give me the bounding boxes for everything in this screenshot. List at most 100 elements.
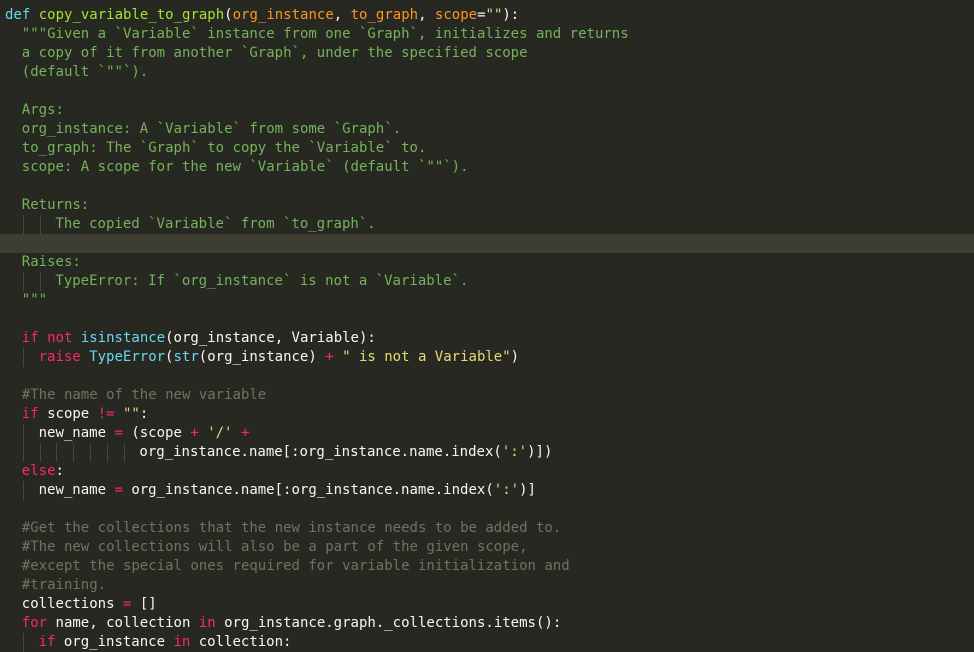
code-line[interactable] (0, 82, 974, 101)
indent-guide (22, 215, 24, 234)
code-content: raise TypeError(str(org_instance) + " is… (39, 349, 520, 365)
code-line[interactable]: for name, collection in org_instance.gra… (0, 614, 974, 633)
code-content: org_instance: A `Variable` from some `Gr… (22, 121, 401, 137)
code-token: org_instance.name[:org_instance.name.ind… (122, 482, 494, 498)
code-token: + (190, 425, 199, 441)
code-token: + (240, 425, 250, 441)
code-line[interactable]: """Given a `Variable` instance from one … (0, 25, 974, 44)
code-line[interactable]: raise TypeError(str(org_instance) + " is… (0, 348, 974, 367)
code-token: str (173, 349, 199, 365)
code-token: collection: (190, 634, 292, 650)
code-token: """Given a `Variable` instance from one … (21, 26, 629, 42)
code-token: not (47, 330, 73, 346)
code-line[interactable]: #Get the collections that the new instan… (0, 519, 974, 538)
code-token: a copy of it from another `Graph`, under… (21, 45, 528, 61)
indent-guide (39, 272, 41, 291)
code-line[interactable]: a copy of it from another `Graph`, under… (0, 44, 974, 63)
code-content: #except the special ones required for va… (22, 558, 570, 574)
code-token: #The name of the new variable (21, 387, 267, 403)
indent-guide (22, 443, 24, 462)
code-line[interactable]: TypeError: If `org_instance` is not a `V… (0, 272, 974, 291)
indent-guide (39, 215, 41, 234)
code-line[interactable]: scope: A scope for the new `Variable` (d… (0, 158, 974, 177)
code-line[interactable]: #training. (0, 576, 974, 595)
code-line[interactable]: collections = [] (0, 595, 974, 614)
code-line[interactable]: new_name = (scope + '/' + (0, 424, 974, 443)
code-line[interactable]: """ (0, 291, 974, 310)
code-line[interactable]: to_graph: The `Graph` to copy the `Varia… (0, 139, 974, 158)
code-token: #training. (21, 577, 107, 593)
code-token: def (5, 7, 31, 23)
indent-guide (22, 424, 24, 443)
code-token: #The new collections will also be a part… (21, 539, 528, 555)
code-content: if scope != "": (22, 406, 148, 422)
code-line[interactable]: org_instance: A `Variable` from some `Gr… (0, 120, 974, 139)
code-content: Returns: (22, 197, 89, 213)
code-token: for (21, 615, 48, 631)
code-line[interactable]: #The new collections will also be a part… (0, 538, 974, 557)
code-content: a copy of it from another `Graph`, under… (22, 45, 528, 61)
code-content: else: (22, 463, 64, 479)
code-token: The copied `Variable` from `to_graph`. (55, 216, 376, 232)
code-line[interactable]: else: (0, 462, 974, 481)
code-line[interactable]: new_name = org_instance.name[:org_instan… (0, 481, 974, 500)
indent-guide (106, 443, 108, 462)
code-content: #training. (22, 577, 106, 593)
code-token: ): (502, 7, 520, 23)
code-line[interactable]: Raises: (0, 253, 974, 272)
code-line[interactable] (0, 310, 974, 329)
code-line[interactable]: org_instance.name[:org_instance.name.ind… (0, 443, 974, 462)
code-line[interactable] (0, 500, 974, 519)
code-token: ( (224, 7, 233, 23)
code-content: """ (22, 292, 47, 308)
code-line[interactable]: Returns: (0, 196, 974, 215)
code-token: , (418, 7, 435, 23)
code-token: (default `""`). (21, 64, 149, 80)
code-content: #Get the collections that the new instan… (22, 520, 561, 536)
code-token: != (97, 406, 115, 422)
code-token: scope (38, 406, 98, 422)
code-line[interactable] (0, 234, 974, 253)
code-token: "" (122, 406, 140, 422)
code-content: if not isinstance(org_instance, Variable… (22, 330, 376, 346)
code-token: Returns: (21, 197, 90, 213)
code-line[interactable]: #except the special ones required for va… (0, 557, 974, 576)
code-token: [] (131, 596, 157, 612)
code-line[interactable]: (default `""`). (0, 63, 974, 82)
code-token: : (55, 463, 64, 479)
indent-guide (123, 443, 125, 462)
code-line[interactable] (0, 367, 974, 386)
code-token: org_instance.graph._collections.items(): (215, 615, 562, 631)
code-token: new_name (38, 482, 115, 498)
indent-guide (22, 348, 24, 367)
code-line[interactable]: def copy_variable_to_graph(org_instance,… (0, 6, 974, 25)
code-token: )] (519, 482, 536, 498)
code-line[interactable] (0, 177, 974, 196)
code-content: The copied `Variable` from `to_graph`. (55, 216, 375, 232)
code-token: """ (21, 292, 48, 308)
code-token: collections (21, 596, 123, 612)
code-token: new_name (38, 425, 115, 441)
code-token: ':' (493, 482, 520, 498)
code-line[interactable]: if not isinstance(org_instance, Variable… (0, 329, 974, 348)
code-line[interactable]: Args: (0, 101, 974, 120)
indent-guide (56, 443, 58, 462)
code-line[interactable]: if scope != "": (0, 405, 974, 424)
code-content: #The name of the new variable (22, 387, 266, 403)
code-editor[interactable]: def copy_variable_to_graph (org_instance,… (0, 0, 974, 652)
code-content: Args: (22, 102, 64, 118)
code-token: if (21, 330, 39, 346)
code-line[interactable]: The copied `Variable` from `to_graph`. (0, 215, 974, 234)
code-line[interactable]: if org_instance in collection: (0, 633, 974, 652)
code-token: TypeError (89, 349, 166, 365)
code-token: copy_variable_to_graph (38, 7, 225, 23)
code-token: raise (38, 349, 81, 365)
code-token: (org_instance, Variable): (165, 330, 376, 346)
code-line[interactable]: #The name of the new variable (0, 386, 974, 405)
code-token: : (139, 406, 149, 422)
